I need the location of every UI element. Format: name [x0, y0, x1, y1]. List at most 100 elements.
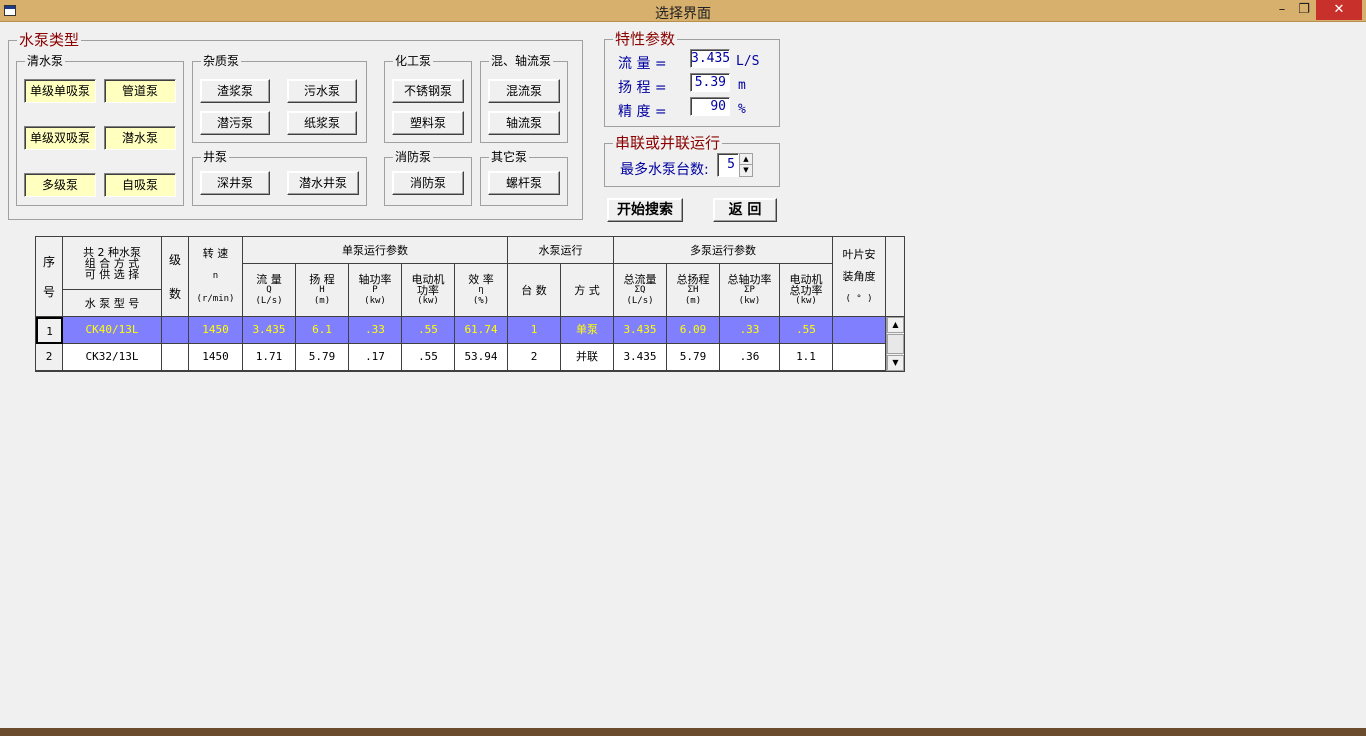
- head-input[interactable]: 5.39: [690, 73, 730, 92]
- scroll-down-icon[interactable]: ▼: [887, 355, 904, 371]
- header-blade-angle: 叶片安 装角度( ° ): [833, 237, 886, 317]
- title-bar: 选择界面 – ❐ ✕: [0, 0, 1366, 22]
- cell-head[interactable]: 6.1: [296, 317, 349, 344]
- header-total-flow: 总流量 ΣQ (L/s): [614, 264, 667, 317]
- pipeline-pump-button[interactable]: 管道泵: [104, 79, 176, 103]
- cell-speed[interactable]: 1450: [189, 317, 243, 344]
- cell-model[interactable]: CK40/13L: [63, 317, 162, 344]
- plastic-pump-button[interactable]: 塑料泵: [392, 111, 464, 135]
- cell-mode[interactable]: 并联: [561, 344, 614, 371]
- flow-input[interactable]: 3.435: [690, 49, 730, 68]
- single-stage-double-suction-button[interactable]: 单级双吸泵: [24, 126, 96, 150]
- cell-blade[interactable]: [833, 344, 886, 371]
- header-seq: 序号: [36, 237, 63, 317]
- header-mode: 方 式: [561, 264, 614, 317]
- chemical-title: 化工泵: [393, 53, 434, 69]
- deep-well-pump-button[interactable]: 深井泵: [200, 171, 270, 195]
- cell-model[interactable]: CK32/13L: [63, 344, 162, 371]
- start-search-button[interactable]: 开始搜索: [607, 198, 683, 222]
- header-stage: 级数: [162, 237, 189, 317]
- head-label: 扬 程 =: [618, 80, 667, 96]
- multi-stage-pump-button[interactable]: 多级泵: [24, 173, 96, 197]
- cell-stage[interactable]: [162, 344, 189, 371]
- mixed-flow-pump-button[interactable]: 混流泵: [488, 79, 560, 103]
- cell-total-motor[interactable]: 1.1: [780, 344, 833, 371]
- axial-flow-pump-button[interactable]: 轴流泵: [488, 111, 560, 135]
- submersible-pump-button[interactable]: 潜水泵: [104, 126, 176, 150]
- clear-water-title: 清水泵: [25, 53, 66, 69]
- single-stage-single-suction-button[interactable]: 单级单吸泵: [24, 79, 96, 103]
- cell-stage[interactable]: [162, 317, 189, 344]
- header-multi-group: 多泵运行参数: [614, 237, 833, 264]
- cell-total-motor[interactable]: .55: [780, 317, 833, 344]
- cell-total-head[interactable]: 6.09: [667, 317, 720, 344]
- header-efficiency: 效 率 η (%): [455, 264, 508, 317]
- max-pumps-spinner[interactable]: ▲ ▼: [739, 153, 753, 177]
- submersible-sewage-button[interactable]: 潜污泵: [200, 111, 270, 135]
- cell-motor[interactable]: .55: [402, 317, 455, 344]
- header-total-head: 总扬程 ΣH (m): [667, 264, 720, 317]
- header-speed: 转 速 n (r/min): [189, 237, 243, 317]
- mixed-axial-title: 混、轴流泵: [489, 53, 554, 69]
- restore-button[interactable]: ❐: [1290, 0, 1318, 20]
- params-title: 特性参数: [613, 29, 678, 49]
- restore-icon: ❐: [1298, 2, 1310, 17]
- cell-shaft[interactable]: .33: [349, 317, 402, 344]
- slurry-pump-button[interactable]: 渣浆泵: [200, 79, 270, 103]
- cell-total-head[interactable]: 5.79: [667, 344, 720, 371]
- cell-eff[interactable]: 53.94: [455, 344, 508, 371]
- self-priming-pump-button[interactable]: 自吸泵: [104, 173, 176, 197]
- cell-flow[interactable]: 1.71: [243, 344, 296, 371]
- cell-eff[interactable]: 61.74: [455, 317, 508, 344]
- spin-down-icon[interactable]: ▼: [740, 165, 752, 176]
- header-run-group: 水泵运行: [508, 237, 614, 264]
- header-model: 水 泵 型 号: [63, 290, 162, 317]
- well-title: 井泵: [201, 149, 230, 165]
- spin-up-icon[interactable]: ▲: [740, 154, 752, 165]
- header-motor-power: 电动机 功率 (kw): [402, 264, 455, 317]
- close-icon: ✕: [1333, 2, 1345, 17]
- cell-mode[interactable]: 单泵: [561, 317, 614, 344]
- stainless-steel-pump-button[interactable]: 不锈钢泵: [392, 79, 464, 103]
- cell-flow[interactable]: 3.435: [243, 317, 296, 344]
- cell-total-flow[interactable]: 3.435: [614, 344, 667, 371]
- max-pumps-input[interactable]: 5: [717, 153, 739, 177]
- fire-pump-button[interactable]: 消防泵: [392, 171, 464, 195]
- submersible-well-pump-button[interactable]: 潜水井泵: [287, 171, 359, 195]
- fire-title: 消防泵: [393, 149, 434, 165]
- impurity-title: 杂质泵: [201, 53, 242, 69]
- header-total-motor: 电动机 总功率 (kw): [780, 264, 833, 317]
- cell-total-shaft[interactable]: .36: [720, 344, 780, 371]
- row-seq: 2: [36, 344, 63, 371]
- sewage-pump-button[interactable]: 污水泵: [287, 79, 357, 103]
- paper-pulp-button[interactable]: 纸浆泵: [287, 111, 357, 135]
- header-single-group: 单泵运行参数: [243, 237, 508, 264]
- screw-pump-button[interactable]: 螺杆泵: [488, 171, 560, 195]
- other-title: 其它泵: [489, 149, 530, 165]
- scroll-thumb[interactable]: [887, 334, 904, 354]
- header-flow: 流 量 Q (L/s): [243, 264, 296, 317]
- results-grid[interactable]: 序号 共 2 种水泵组 合 方 式可 供 选 择 水 泵 型 号 级数 转 速n…: [35, 236, 905, 372]
- row-seq: 1: [36, 317, 63, 344]
- flow-label: 流 量 =: [618, 56, 667, 72]
- scroll-up-icon[interactable]: ▲: [887, 317, 904, 333]
- close-button[interactable]: ✕: [1316, 0, 1362, 20]
- cell-speed[interactable]: 1450: [189, 344, 243, 371]
- taskbar-strip: [0, 728, 1366, 736]
- head-unit: m: [738, 78, 746, 93]
- cell-count[interactable]: 2: [508, 344, 561, 371]
- cell-blade[interactable]: [833, 317, 886, 344]
- cell-head[interactable]: 5.79: [296, 344, 349, 371]
- cell-shaft[interactable]: .17: [349, 344, 402, 371]
- flow-unit: L/S: [736, 54, 760, 69]
- precision-input[interactable]: 90: [690, 97, 730, 116]
- max-pumps-label: 最多水泵台数:: [620, 162, 709, 178]
- cell-motor[interactable]: .55: [402, 344, 455, 371]
- cell-total-flow[interactable]: 3.435: [614, 317, 667, 344]
- header-shaft-power: 轴功率 P (kw): [349, 264, 402, 317]
- header-combo: 共 2 种水泵组 合 方 式可 供 选 择: [63, 237, 162, 290]
- cell-total-shaft[interactable]: .33: [720, 317, 780, 344]
- grid-scrollbar[interactable]: ▲ ▼: [886, 317, 904, 371]
- back-button[interactable]: 返 回: [713, 198, 777, 222]
- cell-count[interactable]: 1: [508, 317, 561, 344]
